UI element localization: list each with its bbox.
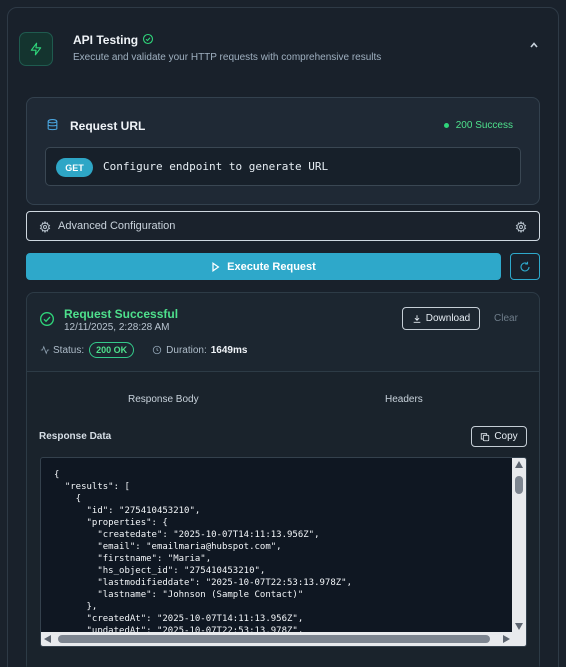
code-line: "firstname": "Maria",: [54, 554, 212, 564]
execute-request-button[interactable]: Execute Request: [26, 253, 501, 280]
duration-label: Duration:: [166, 344, 207, 356]
scroll-right-arrow-icon[interactable]: [503, 635, 510, 643]
panel-header[interactable]: API Testing Execute and validate your HT…: [19, 22, 539, 72]
scroll-thumb-horizontal[interactable]: [58, 635, 490, 643]
code-line: "createdAt": "2025-10-07T14:11:13.956Z",: [54, 614, 304, 624]
advanced-config-toggle[interactable]: Advanced Configuration: [26, 211, 540, 241]
code-line: "lastname": "Johnson (Sample Contact)": [54, 590, 304, 600]
response-tabs-area: Response Body Headers Response Data Copy…: [27, 371, 539, 667]
database-icon: [46, 118, 59, 137]
scrollbar-corner: [512, 632, 526, 646]
response-code: { "results": [ { "id": "275410453210", "…: [41, 458, 513, 633]
status-ok-badge: 200 OK: [89, 342, 135, 358]
duration: Duration: 1649ms: [152, 345, 247, 356]
url-text: Configure endpoint to generate URL: [103, 160, 329, 173]
response-data-label: Response Data: [39, 431, 112, 442]
advanced-config-label: Advanced Configuration: [58, 220, 176, 232]
request-url-card: Request URL 200 Success GET Configure en…: [26, 97, 540, 205]
code-line: "results": [: [54, 482, 130, 492]
panel-title: API Testing: [73, 33, 139, 47]
check-circle-icon: [142, 32, 154, 50]
status-row: Status: 200 OK Duration: 1649ms: [40, 342, 247, 358]
code-line: "properties": {: [54, 518, 168, 528]
request-url-title: Request URL: [70, 119, 146, 133]
copy-label: Copy: [494, 431, 518, 442]
status-dot: [443, 123, 449, 128]
scroll-up-arrow-icon[interactable]: [515, 461, 523, 468]
method-badge[interactable]: GET: [56, 158, 93, 177]
response-code-box[interactable]: { "results": [ { "id": "275410453210", "…: [40, 457, 527, 647]
result-timestamp: 12/11/2025, 2:28:28 AM: [64, 322, 170, 333]
gear-icon: [515, 220, 527, 238]
code-line: "lastmodifieddate": "2025-10-07T22:53:13…: [54, 578, 353, 588]
result-title: Request Successful: [64, 307, 179, 321]
panel-subtitle: Execute and validate your HTTP requests …: [73, 52, 382, 63]
code-line: "email": "emailmaria@hubspot.com",: [54, 542, 282, 552]
clock-icon: [153, 345, 162, 355]
refresh-button[interactable]: [510, 253, 540, 280]
status-badge: 200 Success: [443, 120, 513, 131]
status-label: Status:: [53, 344, 85, 356]
chevron-up-icon[interactable]: [529, 40, 539, 52]
gear-icon: [39, 220, 51, 238]
result-card: Request Successful 12/11/2025, 2:28:28 A…: [26, 292, 540, 667]
tab-headers[interactable]: Headers: [385, 394, 423, 405]
duration-value: 1649ms: [210, 344, 248, 356]
execute-request-label: Execute Request: [227, 260, 316, 273]
scroll-thumb[interactable]: [515, 476, 523, 494]
vertical-scrollbar[interactable]: [512, 458, 526, 633]
code-line: {: [54, 494, 82, 504]
code-line: },: [54, 602, 98, 612]
download-label: Download: [425, 313, 471, 324]
code-line: "hs_object_id": "275410453210",: [54, 566, 266, 576]
code-line: "createdate": "2025-10-07T14:11:13.956Z"…: [54, 530, 320, 540]
copy-icon: [481, 432, 490, 441]
horizontal-scrollbar[interactable]: [41, 632, 513, 646]
url-field[interactable]: GET Configure endpoint to generate URL: [45, 147, 521, 186]
download-icon: [413, 314, 421, 323]
tab-response-body[interactable]: Response Body: [128, 394, 199, 405]
code-line: "id": "275410453210",: [54, 506, 201, 516]
download-button[interactable]: Download: [402, 307, 480, 330]
bolt-icon: [19, 32, 53, 66]
scroll-left-arrow-icon[interactable]: [44, 635, 51, 643]
status-badge-text: 200 Success: [455, 120, 513, 131]
refresh-icon: [520, 261, 530, 271]
scroll-down-arrow-icon[interactable]: [515, 623, 523, 630]
clear-button[interactable]: Clear: [494, 313, 518, 324]
activity-icon: [40, 345, 50, 355]
code-line: {: [54, 470, 60, 480]
success-check-icon: [39, 311, 55, 332]
copy-button[interactable]: Copy: [471, 426, 527, 447]
